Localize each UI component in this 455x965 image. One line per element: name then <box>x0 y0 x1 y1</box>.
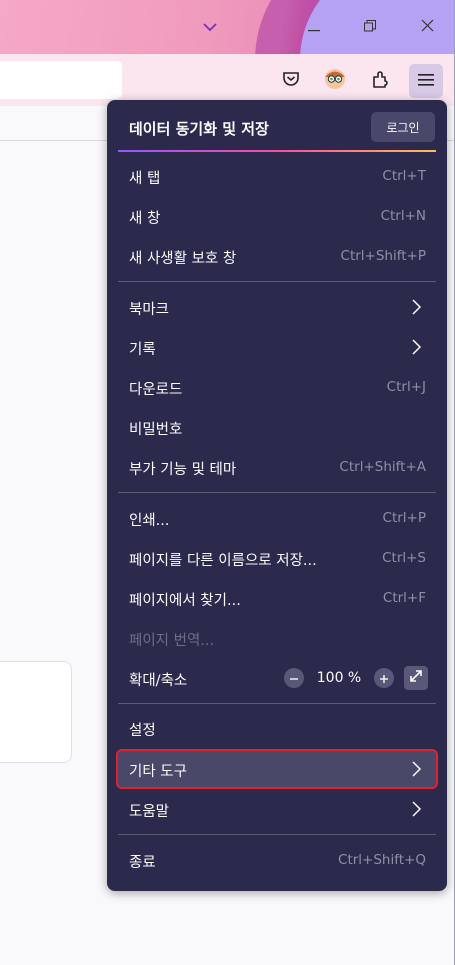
fullscreen-icon <box>408 668 424 688</box>
app-menu-panel: 데이터 동기화 및 저장 로그인 새 탭 Ctrl+T 새 창 Ctrl+N 새… <box>107 100 447 891</box>
restore-button[interactable] <box>350 6 390 46</box>
menu-item-new-tab[interactable]: 새 탭 Ctrl+T <box>118 158 436 194</box>
close-icon <box>421 17 434 36</box>
chevron-down-icon <box>202 17 218 36</box>
menu-item-more-tools[interactable]: 기타 도구 <box>116 749 438 789</box>
menu-separator <box>118 281 436 282</box>
zoom-in-button[interactable] <box>374 668 394 688</box>
menu-item-downloads[interactable]: 다운로드 Ctrl+J <box>118 369 436 405</box>
extensions-icon <box>371 69 391 93</box>
minus-icon <box>289 669 299 688</box>
menu-item-exit[interactable]: 종료 Ctrl+Shift+Q <box>118 842 436 878</box>
menu-item-settings[interactable]: 설정 <box>118 710 436 746</box>
minimize-icon <box>308 17 320 36</box>
extensions-button[interactable] <box>364 64 398 98</box>
url-bar[interactable] <box>0 61 122 99</box>
account-avatar-icon <box>324 68 346 94</box>
hamburger-menu-icon <box>418 72 434 91</box>
minimize-button[interactable] <box>294 6 334 46</box>
pocket-button[interactable] <box>274 64 308 98</box>
menu-item-find-in-page[interactable]: 페이지에서 찾기... Ctrl+F <box>118 580 436 616</box>
menu-separator <box>118 834 436 835</box>
zoom-level[interactable]: 100 % <box>304 670 374 686</box>
zoom-out-button[interactable] <box>284 668 304 688</box>
menu-item-help[interactable]: 도움말 <box>118 791 436 827</box>
menu-separator <box>118 492 436 493</box>
chevron-right-icon <box>410 800 424 818</box>
chevron-right-icon <box>410 338 424 356</box>
menu-item-save-page-as[interactable]: 페이지를 다른 이름으로 저장... Ctrl+S <box>118 540 436 576</box>
menu-item-new-private-window[interactable]: 새 사생활 보호 창 Ctrl+Shift+P <box>118 238 436 274</box>
menu-item-print[interactable]: 인쇄... Ctrl+P <box>118 500 436 536</box>
account-button[interactable] <box>318 64 352 98</box>
chevron-right-icon <box>410 760 424 778</box>
close-window-button[interactable] <box>407 6 447 46</box>
pocket-icon <box>282 70 300 92</box>
zoom-controls: 100 % <box>284 664 428 692</box>
header-separator <box>118 150 436 152</box>
menu-separator <box>118 703 436 704</box>
menu-item-addons-themes[interactable]: 부가 기능 및 테마 Ctrl+Shift+A <box>118 449 436 485</box>
menu-item-history[interactable]: 기록 <box>118 329 436 365</box>
list-all-tabs-button[interactable] <box>190 6 230 46</box>
sync-title: 데이터 동기화 및 저장 <box>129 120 269 138</box>
chevron-right-icon <box>410 298 424 316</box>
page-content-card <box>0 661 72 763</box>
fullscreen-button[interactable] <box>404 666 428 690</box>
sign-in-button[interactable]: 로그인 <box>371 112 435 142</box>
menu-header: 데이터 동기화 및 저장 로그인 <box>107 100 447 152</box>
plus-icon <box>379 669 389 688</box>
menu-item-passwords[interactable]: 비밀번호 <box>118 409 436 445</box>
title-bar <box>0 0 455 54</box>
app-menu-button[interactable] <box>409 64 443 98</box>
restore-icon <box>364 17 376 36</box>
menu-item-zoom: 확대/축소 100 % <box>118 660 436 696</box>
nav-toolbar <box>0 54 455 106</box>
menu-item-translate-page: 페이지 번역... <box>129 633 215 649</box>
menu-item-new-window[interactable]: 새 창 Ctrl+N <box>118 198 436 234</box>
menu-item-bookmarks[interactable]: 북마크 <box>118 289 436 325</box>
